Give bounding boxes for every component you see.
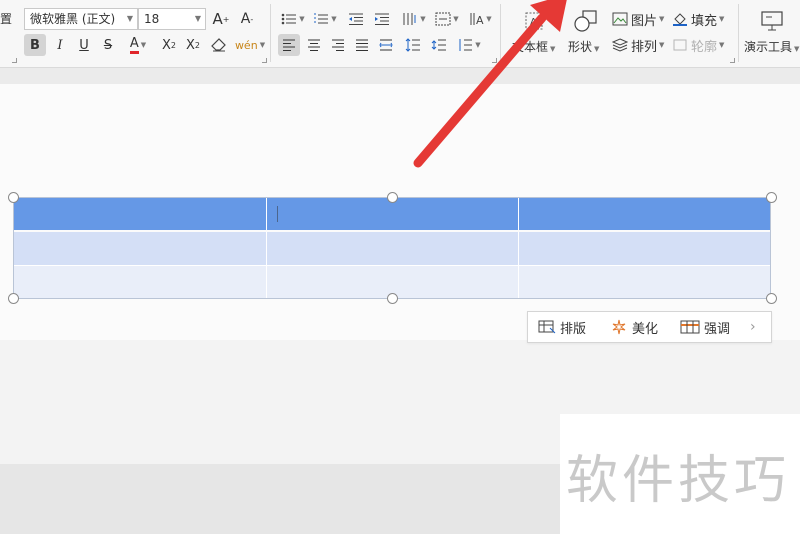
annotation-arrow	[413, 0, 567, 168]
app-window: { "ribbon": { "partial_label_left": "置",…	[0, 0, 800, 534]
